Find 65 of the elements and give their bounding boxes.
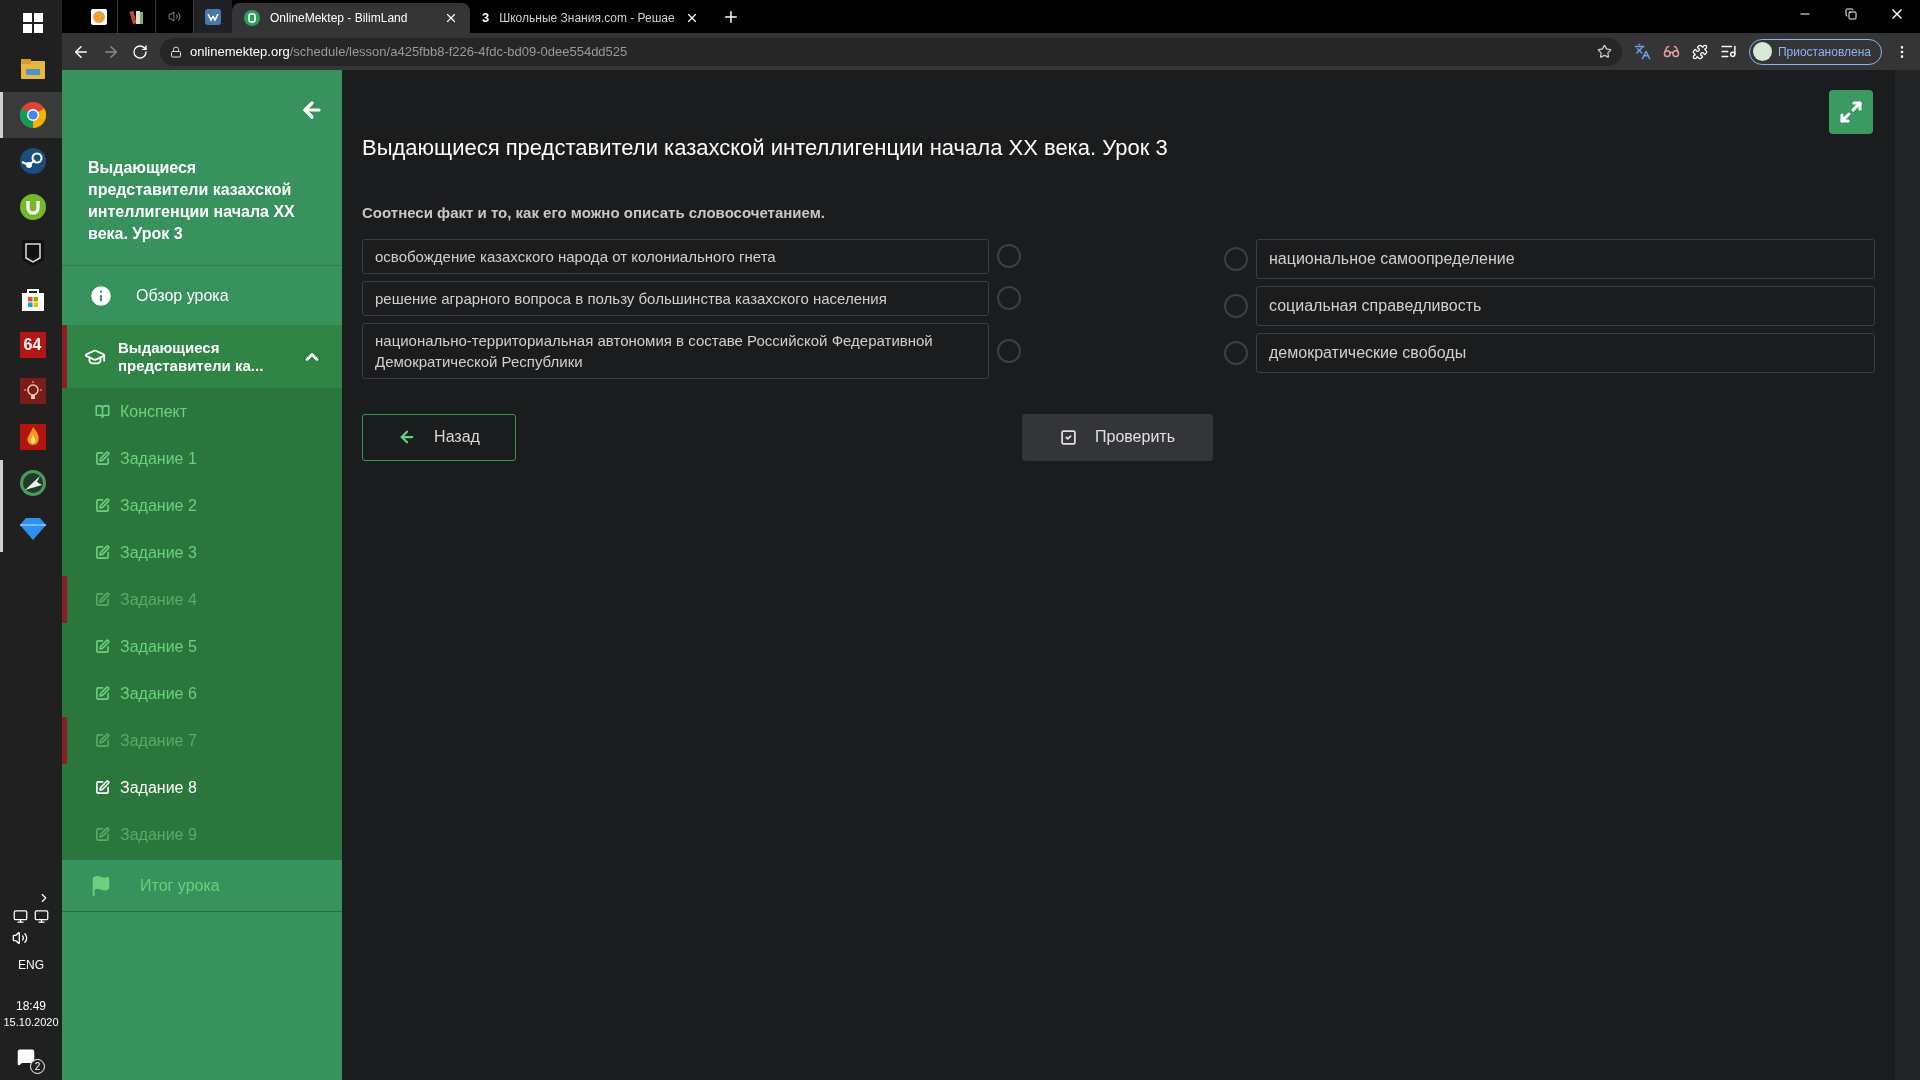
language-indicator[interactable]: ENG: [18, 956, 44, 974]
clock-date[interactable]: 15.10.2020: [3, 1014, 59, 1030]
browser-tab[interactable]: OnlineMektep - BilimLand: [232, 3, 470, 33]
bookmark-star-icon[interactable]: [1596, 44, 1612, 59]
edit-icon: [95, 451, 110, 466]
edit-icon: [95, 780, 110, 795]
scrollbar[interactable]: [1895, 70, 1920, 1080]
book-icon: [95, 404, 110, 419]
phrase-card[interactable]: социальная справедливость: [1256, 285, 1875, 326]
phrase-card[interactable]: национальное самоопределение: [1256, 238, 1875, 279]
chrome-icon[interactable]: [19, 102, 46, 128]
flame-icon[interactable]: [19, 424, 46, 450]
globe-icon[interactable]: [19, 470, 46, 496]
edit-icon: [95, 592, 110, 607]
favicon-icon: 3: [482, 8, 490, 28]
volume-icon[interactable]: [12, 930, 28, 946]
fullscreen-button[interactable]: [1829, 90, 1873, 134]
books-icon[interactable]: [128, 8, 145, 25]
lock-icon: [170, 45, 182, 58]
clock-time[interactable]: 18:49: [16, 998, 46, 1014]
restore-icon[interactable]: [1845, 8, 1857, 20]
favicon-icon: [244, 10, 260, 26]
torrent-icon[interactable]: [19, 194, 46, 220]
speaker-icon[interactable]: [168, 10, 181, 23]
edit-icon: [95, 733, 110, 748]
back-button[interactable]: Назад: [362, 413, 516, 461]
lesson-title: Выдающиеся представители казахской интеллигенции начала XX века. Урок 3: [362, 134, 1169, 162]
edit-icon: [95, 498, 110, 513]
windows-logo-icon[interactable]: [22, 13, 43, 33]
media-icon[interactable]: [1719, 43, 1737, 60]
network-icon[interactable]: [34, 909, 49, 924]
app-icon[interactable]: 64: [19, 332, 46, 358]
checkbox-icon: [1060, 428, 1077, 446]
notifications-icon[interactable]: [17, 1048, 35, 1066]
lightbulb-icon[interactable]: [19, 378, 46, 404]
fact-card[interactable]: освобождение казахского народа от колониального гнета: [362, 238, 989, 274]
edit-icon: [95, 545, 110, 560]
extensions-icon[interactable]: [1691, 43, 1708, 60]
edit-icon: [95, 686, 110, 701]
notification-count: 2: [30, 1059, 45, 1074]
expand-icon: [1839, 100, 1863, 124]
fact-card[interactable]: решение аграрного вопроса в пользу большинства казахского населения: [362, 280, 989, 316]
section-header[interactable]: Выдающиеся представители ка...: [62, 325, 342, 388]
steam-icon[interactable]: [19, 148, 46, 174]
shield-icon[interactable]: [21, 240, 44, 266]
pinned-tab-icon[interactable]: [90, 8, 107, 25]
reload-icon[interactable]: [132, 43, 148, 60]
phrase-card[interactable]: демократические свободы: [1256, 332, 1875, 373]
flag-icon: [90, 874, 112, 897]
lesson-step-item[interactable]: Задание 8: [62, 764, 342, 811]
fact-card[interactable]: национально-территориальная автономия в составе Российской Федеративной Демократической Республики: [362, 322, 989, 379]
glasses-icon[interactable]: [1662, 43, 1680, 60]
sidebar-title: Выдающиеся представители казахской интеллигенции начала XX века. Урок 3: [87, 158, 296, 244]
folder-icon[interactable]: [20, 59, 45, 79]
check-button[interactable]: Проверить: [1022, 413, 1213, 461]
avatar-icon: [1752, 42, 1772, 61]
edit-icon: [95, 827, 110, 842]
translate-icon[interactable]: [1633, 43, 1651, 60]
edit-icon: [95, 639, 110, 654]
shopping-bag-icon[interactable]: [20, 287, 45, 311]
address-bar[interactable]: onlinemektep.org/schedule/lesson/a425fbb8-f226-4fdc-bd09-0dee554dd525: [160, 37, 1622, 66]
close-tab-icon[interactable]: [444, 11, 458, 25]
diamond-icon[interactable]: [19, 518, 46, 540]
monitor-icon[interactable]: [13, 909, 28, 924]
task-instruction: Соотнеси факт и то, как его можно описать словосочетанием.: [362, 203, 826, 223]
